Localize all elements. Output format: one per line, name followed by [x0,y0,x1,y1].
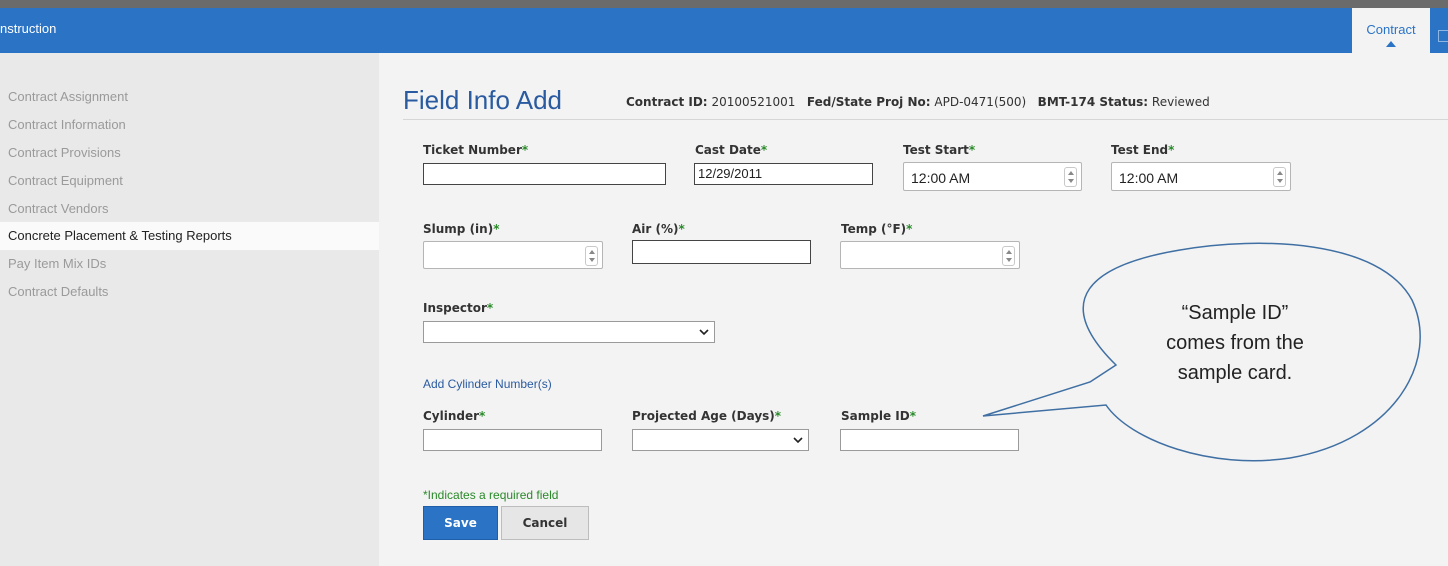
spinner-arrows-icon[interactable] [1002,246,1015,266]
sample-id-label: Sample ID* [841,409,916,423]
projected-age-select[interactable] [632,429,809,451]
sidebar-item-label: Contract Assignment [8,89,128,104]
spinner-arrows-icon[interactable] [1064,167,1077,187]
app-header: nstruction Contract [0,8,1448,53]
cylinder-label: Cylinder* [423,409,486,423]
status-value: Reviewed [1151,95,1210,109]
temp-spinner[interactable] [840,241,1020,269]
callout-line: sample card. [1177,362,1293,384]
sidebar-item-contract-defaults[interactable]: Contract Defaults [0,278,379,306]
projected-age-label: Projected Age (Days)* [632,409,782,423]
title-divider [403,119,1448,120]
spinner-arrows-icon[interactable] [585,246,598,266]
spinner-arrows-icon[interactable] [1273,167,1286,187]
chevron-down-icon [699,329,709,336]
sidebar-item-concrete-placement[interactable]: Concrete Placement & Testing Reports [0,222,379,250]
ticket-number-input[interactable] [423,163,666,185]
window-top-strip [0,0,1448,8]
test-end-value: 12:00 AM [1119,170,1179,186]
air-input[interactable] [632,240,811,264]
required-field-note: *Indicates a required field [423,488,559,502]
callout-line: comes from the [1166,332,1304,354]
cylinder-input[interactable] [423,429,602,451]
sidebar: Contract Assignment Contract Information… [0,53,379,566]
sidebar-item-label: Pay Item Mix IDs [8,256,107,271]
test-start-spinner[interactable]: 12:00 AM [903,162,1082,191]
sidebar-item-contract-equipment[interactable]: Contract Equipment [0,167,379,195]
callout-line: “Sample ID” [1181,302,1289,324]
sidebar-item-pay-item-mix-ids[interactable]: Pay Item Mix IDs [0,250,379,278]
sidebar-item-label: Contract Defaults [8,284,109,299]
sample-id-input[interactable] [840,429,1019,451]
sidebar-item-label: Contract Equipment [8,173,123,188]
sidebar-item-contract-vendors[interactable]: Contract Vendors [0,195,379,223]
test-start-label: Test Start* [903,143,976,157]
proj-no-value: APD-0471(500) [934,95,1027,109]
test-start-value: 12:00 AM [911,170,971,186]
tab-contract[interactable]: Contract [1352,8,1430,53]
sidebar-item-label: Concrete Placement & Testing Reports [8,228,232,243]
slump-label: Slump (in)* [423,222,500,236]
tab-contract-label: Contract [1366,22,1416,37]
inspector-select[interactable] [423,321,715,343]
cast-date-input[interactable]: 12/29/2011 [694,163,873,185]
sidebar-item-label: Contract Provisions [8,145,121,160]
sidebar-item-contract-assignment[interactable]: Contract Assignment [0,83,379,111]
slump-spinner[interactable] [423,241,603,269]
add-cylinder-link[interactable]: Add Cylinder Number(s) [423,377,552,391]
cancel-button[interactable]: Cancel [501,506,589,540]
inspector-label: Inspector* [423,301,494,315]
cast-date-label: Cast Date* [695,143,768,157]
tab-overflow-icon[interactable] [1438,30,1448,42]
contract-id-value: 20100521001 [711,95,796,109]
contract-meta: Contract ID: 20100521001 Fed/State Proj … [626,95,1210,109]
app-title: nstruction [0,21,57,36]
caret-up-icon [1386,41,1396,47]
callout-text: “Sample ID” comes from the sample card. [1120,298,1350,388]
page-title: Field Info Add [403,85,562,115]
test-end-label: Test End* [1111,143,1175,157]
chevron-down-icon [793,437,803,444]
sidebar-item-label: Contract Information [8,117,126,132]
sidebar-item-contract-information[interactable]: Contract Information [0,111,379,139]
ticket-number-label: Ticket Number* [423,143,529,157]
air-label: Air (%)* [632,222,685,236]
test-end-spinner[interactable]: 12:00 AM [1111,162,1291,191]
sidebar-item-contract-provisions[interactable]: Contract Provisions [0,139,379,167]
save-button[interactable]: Save [423,506,498,540]
status-label: BMT-174 Status: [1037,95,1149,109]
contract-id-label: Contract ID: [626,95,708,109]
sidebar-item-label: Contract Vendors [8,201,109,216]
proj-no-label: Fed/State Proj No: [806,95,931,109]
temp-label: Temp (°F)* [841,222,913,236]
